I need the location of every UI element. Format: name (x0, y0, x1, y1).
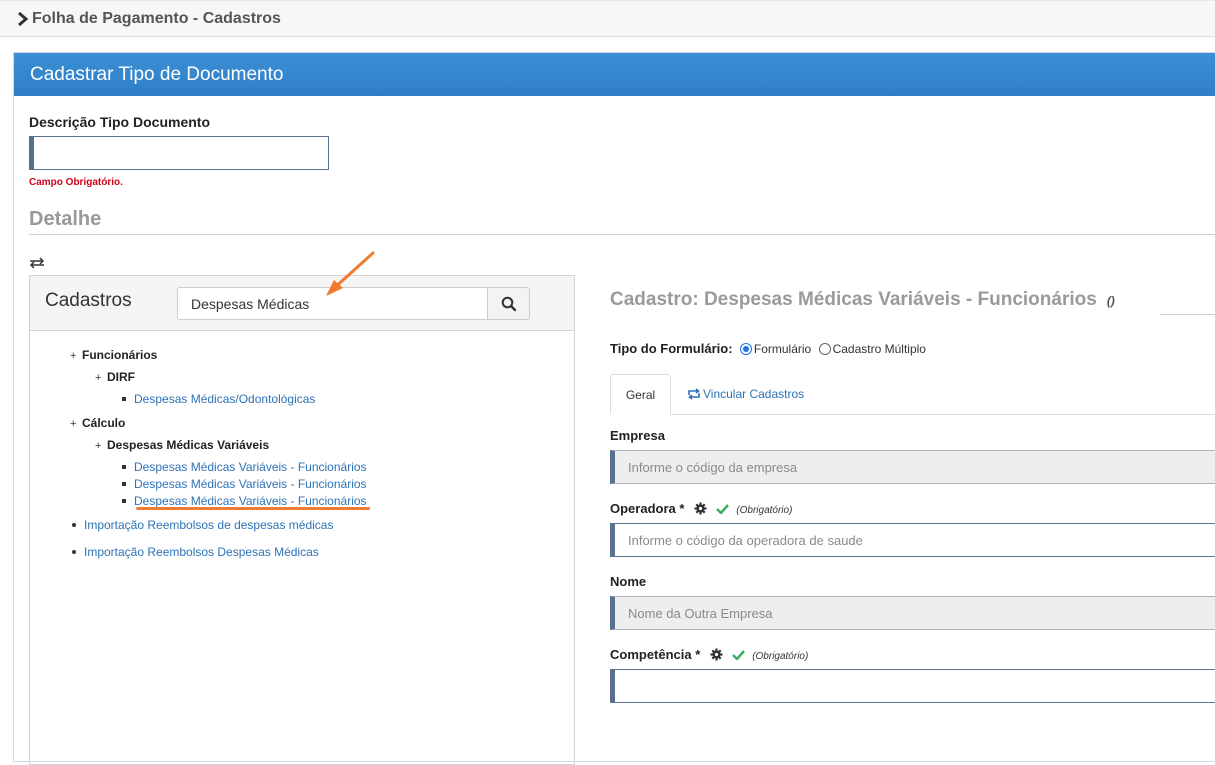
gear-icon[interactable] (694, 502, 707, 515)
empresa-label: Empresa (610, 428, 665, 443)
tab-geral[interactable]: Geral (610, 374, 671, 415)
tree-node-dirf[interactable]: + DIRF (95, 370, 135, 384)
tipo-formulario: Tipo do Formulário: Formulário Cadastro … (610, 341, 926, 356)
detalhe-heading: Detalhe (29, 208, 102, 230)
tree-node-despesas-variaveis[interactable]: + Despesas Médicas Variáveis (95, 438, 269, 452)
tree-leaf[interactable]: Despesas Médicas/Odontológicas (122, 392, 315, 406)
chevron-right-icon (18, 12, 28, 26)
annotation-arrow-icon (326, 251, 375, 296)
tree-leaf-selected[interactable]: Despesas Médicas Variáveis - Funcionário… (122, 494, 367, 508)
cadastros-title: Cadastros (45, 290, 132, 311)
nome-input[interactable] (610, 596, 1215, 630)
form-title: Cadastro: Despesas Médicas Variáveis - F… (610, 289, 1115, 310)
operadora-label: Operadora * (Obrigatório) (610, 501, 793, 516)
radio-cadastro-multiplo[interactable] (818, 343, 831, 355)
nome-label: Nome (610, 574, 647, 589)
competencia-input[interactable] (610, 669, 1215, 703)
empresa-input[interactable] (610, 450, 1215, 484)
cadastros-panel: Cadastros +Funcionários +DIRF Despesas M… (29, 275, 575, 765)
tree-leaf[interactable]: Despesas Médicas Variáveis - Funcionário… (122, 460, 367, 474)
tab-vincular-cadastros[interactable]: Vincular Cadastros (687, 387, 804, 401)
check-icon (731, 650, 745, 660)
search-icon (501, 296, 517, 312)
divider (29, 234, 1215, 235)
breadcrumb-bar: Folha de Pagamento - Cadastros (0, 0, 1215, 37)
descricao-label: Descrição Tipo Documento (29, 114, 211, 130)
swap-icon[interactable] (29, 257, 45, 269)
tree-leaf[interactable]: Despesas Médicas Variáveis - Funcionário… (122, 477, 367, 491)
expand-icon[interactable]: + (95, 440, 107, 452)
tree-node-funcionarios[interactable]: + Funcionários (70, 348, 157, 362)
competencia-label: Competência * (Obrigatório) (610, 647, 809, 662)
tree-leaf[interactable]: Importação Reembolsos de despesas médica… (72, 518, 333, 532)
panel-title: Cadastrar Tipo de Documento (30, 64, 284, 85)
expand-icon[interactable]: + (70, 418, 82, 430)
annotation-underline (136, 507, 370, 510)
divider (1160, 314, 1215, 315)
descricao-input[interactable] (29, 136, 329, 170)
tree-leaf[interactable]: Importação Reembolsos Despesas Médicas (72, 545, 319, 559)
check-icon (715, 504, 729, 514)
page-title: Folha de Pagamento - Cadastros (32, 10, 281, 27)
expand-icon[interactable]: + (95, 372, 107, 384)
expand-icon[interactable]: + (70, 350, 82, 362)
search-button[interactable] (487, 287, 530, 320)
radio-formulario[interactable] (739, 343, 752, 355)
gear-icon[interactable] (710, 648, 723, 661)
tree-node-calculo[interactable]: + Cálculo (70, 416, 125, 430)
cadastros-header: Cadastros (30, 276, 574, 331)
refresh-icon (688, 388, 700, 400)
operadora-input[interactable] (610, 523, 1215, 557)
required-message: Campo Obrigatório. (29, 177, 123, 188)
tabs-divider (610, 414, 1215, 415)
panel-header: Cadastrar Tipo de Documento (14, 53, 1215, 96)
